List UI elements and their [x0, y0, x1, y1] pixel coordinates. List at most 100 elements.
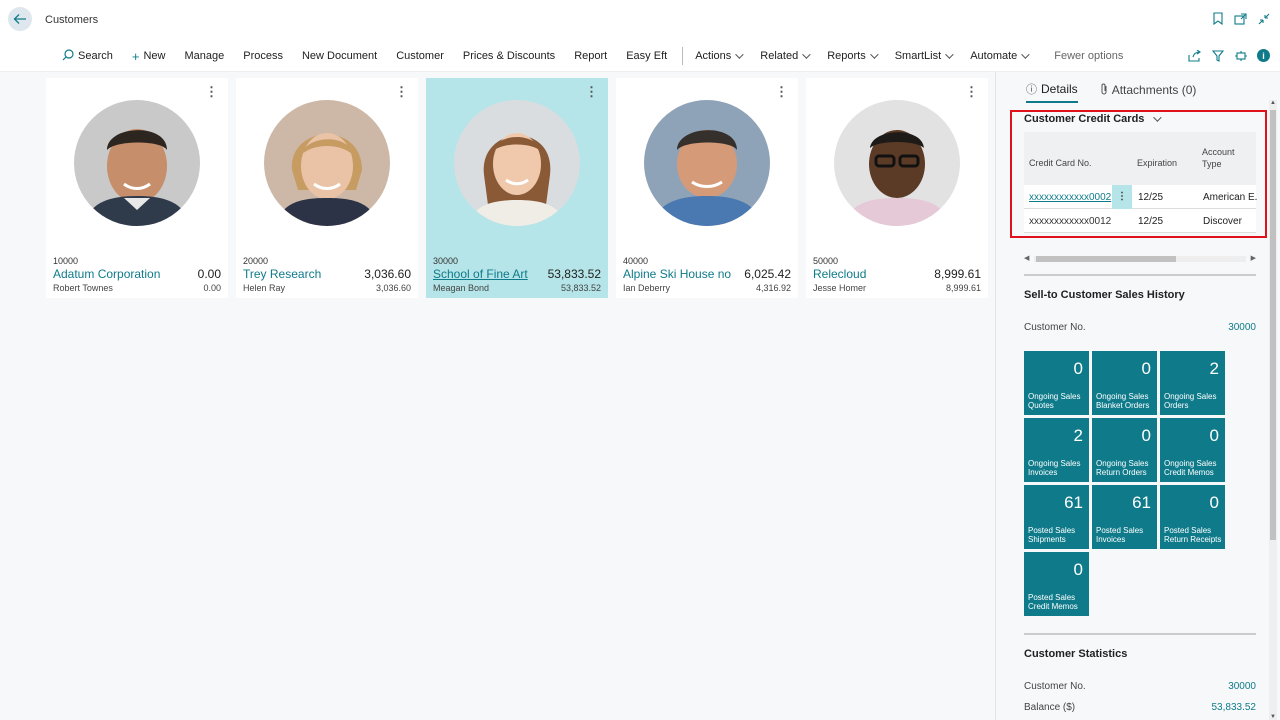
actions-menu[interactable]: Actions	[685, 40, 750, 72]
photo-area: ⋮	[616, 78, 798, 248]
cue-tile[interactable]: 61 Posted Sales Shipments	[1024, 485, 1089, 549]
automate-menu[interactable]: Automate	[960, 40, 1036, 72]
customer-card-info: 40000 Alpine Ski House no ... 6,025.42 I…	[616, 248, 798, 298]
horizontal-scrollbar[interactable]: ◀ ▶	[1024, 254, 1256, 264]
account-type: Discover	[1203, 216, 1242, 227]
customer-no-value[interactable]: 30000	[1228, 322, 1256, 333]
process-menu[interactable]: Process	[233, 40, 292, 72]
bookmark-icon[interactable]	[1211, 12, 1224, 25]
scroll-thumb[interactable]	[1270, 110, 1276, 540]
related-menu[interactable]: Related	[750, 40, 817, 72]
info-circle-icon: ⓘ	[1026, 84, 1037, 96]
report-menu[interactable]: Report	[564, 40, 616, 72]
toolbar-separator	[682, 47, 684, 65]
credit-cards-title[interactable]: Customer Credit Cards	[1024, 113, 1163, 125]
customer-name-link[interactable]: School of Fine Art	[433, 267, 528, 281]
more-options-icon[interactable]: ⋮	[775, 84, 788, 100]
section-divider	[1024, 274, 1256, 276]
table-row[interactable]: xxxxxxxxxxxx0002 ⋮ 12/25 American E.	[1024, 185, 1257, 209]
scroll-up-icon[interactable]: ▲	[1270, 100, 1276, 106]
cue-tile[interactable]: 2 Ongoing Sales Invoices	[1024, 418, 1089, 482]
customer-name-link[interactable]: Adatum Corporation	[53, 267, 160, 281]
factbox-pane: ⓘ Details Attachments (0) Customer Credi…	[995, 72, 1280, 720]
info-icon[interactable]: i	[1257, 49, 1270, 62]
customer-card[interactable]: ⋮ 50000 Relecloud 8,999.61 Jesse Homer 8…	[806, 78, 988, 298]
col-credit-card-no[interactable]: Credit Card No.	[1029, 158, 1092, 168]
customer-card[interactable]: ⋮ 40000 Alpine Ski House no ... 6,025.42…	[616, 78, 798, 298]
vertical-scrollbar[interactable]: ▲ ▼	[1269, 100, 1277, 720]
smartlist-menu[interactable]: SmartList	[885, 40, 960, 72]
balance-value[interactable]: 53,833.52	[1212, 702, 1257, 713]
customer-photo	[644, 100, 770, 226]
sales-history-title[interactable]: Sell-to Customer Sales History	[1024, 289, 1185, 301]
row-actions-icon[interactable]: ⋮	[1112, 185, 1132, 209]
expiration: 12/25	[1138, 192, 1164, 203]
scroll-left-icon[interactable]: ◀	[1024, 254, 1029, 262]
customer-contact: Robert Townes	[53, 283, 113, 293]
easy-eft-menu[interactable]: Easy Eft	[616, 40, 676, 72]
credit-card-no-link[interactable]: xxxxxxxxxxxx0002	[1029, 192, 1111, 203]
search-label: Search	[78, 50, 113, 62]
customer-name-link[interactable]: Trey Research	[243, 267, 321, 281]
more-options-icon[interactable]: ⋮	[395, 84, 408, 100]
customer-name-link[interactable]: Alpine Ski House no ...	[623, 267, 735, 281]
customer-contact: Meagan Bond	[433, 283, 490, 293]
process-label: Process	[243, 50, 283, 62]
customer-balance: 6,025.42	[744, 267, 791, 281]
credit-cards-title-text: Customer Credit Cards	[1024, 113, 1145, 125]
share-icon[interactable]	[1188, 49, 1201, 62]
smartlist-label: SmartList	[894, 50, 942, 62]
manage-menu[interactable]: Manage	[174, 40, 233, 72]
table-row[interactable]: xxxxxxxxxxxx0012 12/25 Discover	[1024, 209, 1256, 233]
cue-tile[interactable]: 0 Posted Sales Credit Memos	[1024, 552, 1089, 616]
top-bar: Customers	[0, 0, 1280, 40]
cue-tile[interactable]: 0 Ongoing Sales Credit Memos	[1160, 418, 1225, 482]
scroll-thumb[interactable]	[1036, 256, 1176, 262]
open-new-window-icon[interactable]	[1234, 12, 1247, 25]
customer-card[interactable]: ⋮ 10000 Adatum Corporation 0.00 Robert T…	[46, 78, 228, 298]
customer-card[interactable]: ⋮ 20000 Trey Research 3,036.60 Helen Ray	[236, 78, 418, 298]
new-button[interactable]: + New	[122, 40, 175, 72]
easy-eft-label: Easy Eft	[626, 50, 668, 62]
cue-count: 0	[1141, 359, 1151, 378]
tab-details[interactable]: ⓘ Details	[1026, 77, 1078, 103]
cue-tile[interactable]: 2 Ongoing Sales Orders	[1160, 351, 1225, 415]
customer-statistics-title[interactable]: Customer Statistics	[1024, 648, 1127, 660]
col-expiration[interactable]: Expiration	[1137, 158, 1177, 168]
statistics-customer-no: Customer No. 30000	[1024, 681, 1256, 692]
fewer-options-label: Fewer options	[1054, 50, 1124, 62]
cue-count: 61	[1132, 493, 1151, 512]
credit-cards-table: Credit Card No. Expiration Account Type …	[1024, 132, 1257, 233]
new-document-menu[interactable]: New Document	[292, 40, 386, 72]
page-title: Customers	[45, 14, 99, 26]
customer-no-value[interactable]: 30000	[1228, 681, 1256, 692]
customer-photo	[74, 100, 200, 226]
cue-tile[interactable]: 61 Posted Sales Invoices	[1092, 485, 1157, 549]
more-options-icon[interactable]: ⋮	[585, 84, 598, 100]
tab-attachments[interactable]: Attachments (0)	[1100, 77, 1196, 103]
cue-tile[interactable]: 0 Ongoing Sales Quotes	[1024, 351, 1089, 415]
expiration: 12/25	[1138, 216, 1164, 227]
filter-icon[interactable]	[1211, 49, 1224, 62]
customer-menu[interactable]: Customer	[386, 40, 453, 72]
cue-tile[interactable]: 0 Ongoing Sales Return Orders	[1092, 418, 1157, 482]
scroll-down-icon[interactable]: ▼	[1270, 714, 1276, 720]
collapse-icon[interactable]	[1257, 12, 1270, 25]
fewer-options-button[interactable]: Fewer options	[1044, 40, 1132, 72]
view-layout-icon[interactable]	[1234, 49, 1247, 62]
customer-card-info: 50000 Relecloud 8,999.61 Jesse Homer 8,9…	[806, 248, 988, 298]
cue-tile[interactable]: 0 Posted Sales Return Receipts	[1160, 485, 1225, 549]
col-account-type[interactable]: Account Type	[1202, 146, 1242, 170]
customer-no-label: Customer No.	[1024, 681, 1086, 692]
cue-label: Ongoing Sales Quotes	[1028, 392, 1081, 410]
more-options-icon[interactable]: ⋮	[965, 84, 978, 100]
cue-tile[interactable]: 0 Ongoing Sales Blanket Orders	[1092, 351, 1157, 415]
more-options-icon[interactable]: ⋮	[205, 84, 218, 100]
customer-card-selected[interactable]: ⋮ 30000 School of Fine Art 53,833.52 Mea…	[426, 78, 608, 298]
back-button[interactable]	[8, 7, 32, 31]
scroll-right-icon[interactable]: ▶	[1251, 254, 1256, 262]
prices-discounts-menu[interactable]: Prices & Discounts	[453, 40, 564, 72]
reports-menu[interactable]: Reports	[817, 40, 885, 72]
customer-name-link[interactable]: Relecloud	[813, 267, 866, 281]
search-button[interactable]: Search	[52, 40, 122, 72]
